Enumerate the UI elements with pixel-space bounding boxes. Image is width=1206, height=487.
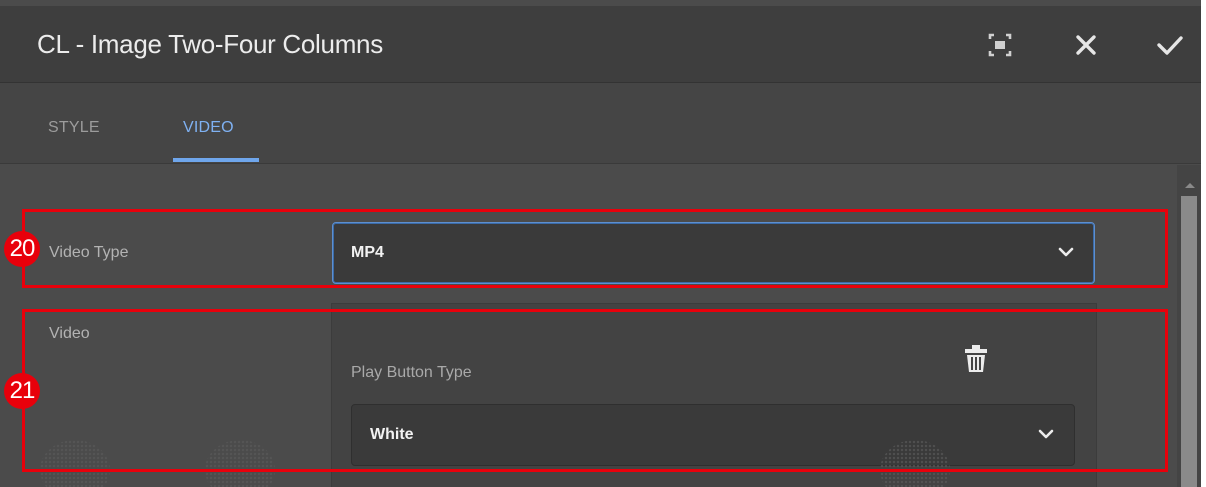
scrollbar-thumb[interactable] [1181, 196, 1197, 487]
scroll-up-arrow-icon[interactable] [1184, 176, 1196, 194]
dialog-titlebar: CL - Image Two-Four Columns [0, 6, 1201, 83]
active-tab-indicator [173, 158, 259, 162]
tab-video[interactable]: VIDEO [183, 119, 234, 137]
fullscreen-icon[interactable] [985, 30, 1015, 60]
annotation-box-21 [22, 309, 1168, 472]
tab-bar: STYLE VIDEO [0, 83, 1201, 164]
dialog-title: CL - Image Two-Four Columns [37, 29, 383, 59]
checkmark-icon[interactable] [1154, 30, 1184, 60]
annotation-box-20 [22, 209, 1168, 288]
annotation-badge-20: 20 [4, 231, 40, 267]
tab-style[interactable]: STYLE [48, 119, 100, 137]
close-icon[interactable] [1071, 30, 1101, 60]
annotation-badge-21: 21 [4, 373, 40, 409]
